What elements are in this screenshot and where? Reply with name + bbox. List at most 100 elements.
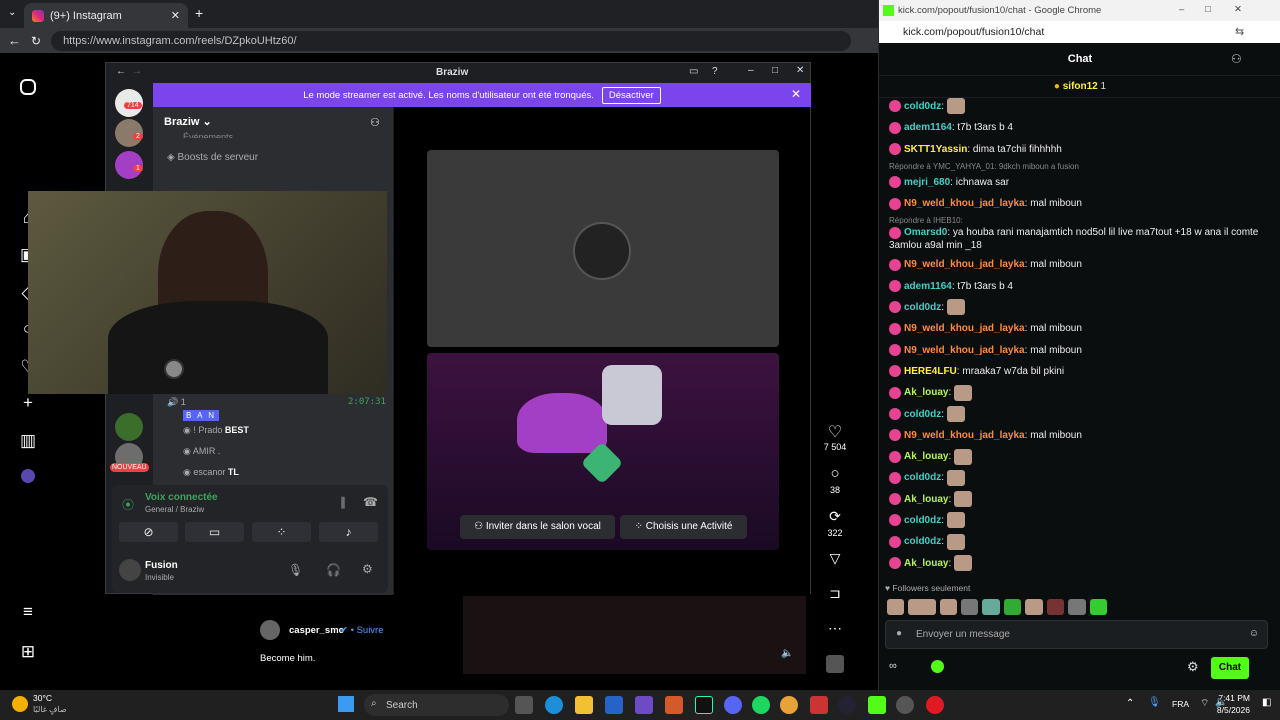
reply-context[interactable]: Répondre à YMC_YAHYA_01: 9dkch miboun a … [889, 161, 1259, 172]
chat-username[interactable]: Omarsd0 [904, 227, 947, 238]
choose-activity-button[interactable]: ⁘ Choisis une Activité [620, 515, 747, 539]
kick-url[interactable]: kick.com/popout/fusion10/chat [879, 21, 1280, 43]
volume-icon[interactable]: 🔈 [1215, 697, 1227, 708]
pinned-user[interactable]: sifon12 [1063, 81, 1098, 92]
comment-icon[interactable]: ○ [818, 465, 852, 482]
user-avatar[interactable] [119, 559, 141, 581]
emote-picker-icon[interactable]: ☺ [1249, 628, 1259, 639]
opera-icon[interactable] [926, 696, 944, 714]
settings-icon[interactable]: ⚙ [1187, 659, 1199, 675]
invite-voice-button[interactable]: ⚇ Inviter dans le salon vocal [460, 515, 615, 539]
chat-emote[interactable] [954, 448, 973, 465]
close-icon[interactable]: ✕ [791, 87, 801, 101]
app-icon[interactable] [695, 696, 713, 714]
menu-icon[interactable]: ≡ [18, 602, 38, 622]
profile-avatar[interactable] [21, 469, 35, 483]
settings-app-icon[interactable] [896, 696, 914, 714]
reload-icon[interactable]: ↻ [31, 34, 41, 48]
forward-icon[interactable]: → [132, 66, 142, 77]
notification-icon[interactable]: ◧ [1262, 697, 1271, 708]
chat-emote[interactable] [954, 491, 973, 508]
explorer-icon[interactable] [575, 696, 593, 714]
start-icon[interactable] [338, 696, 354, 712]
emote[interactable] [887, 599, 905, 615]
activities-button[interactable]: ⁘ [252, 522, 311, 542]
emote[interactable] [1046, 599, 1065, 615]
chat-emote[interactable] [946, 512, 965, 529]
author-name[interactable]: casper_smc [289, 625, 344, 636]
emote[interactable] [960, 599, 979, 615]
translate-icon[interactable]: ⇆ [1235, 25, 1244, 38]
user-tile[interactable] [427, 150, 779, 347]
disable-button[interactable]: Désactiver [601, 86, 661, 104]
chat-emote[interactable] [946, 469, 965, 486]
emote[interactable] [908, 599, 936, 615]
noise-suppression-icon[interactable]: ∥ [340, 495, 346, 509]
close-icon[interactable]: ✕ [796, 65, 804, 76]
taskbar-search[interactable]: ⌕ Search [364, 694, 509, 716]
chat-emote[interactable] [946, 98, 965, 115]
chat-username[interactable]: Ak_louay [904, 558, 948, 569]
audio-thumbnail[interactable] [826, 655, 844, 673]
reel-video[interactable]: 🔈 [463, 596, 806, 674]
app-icon[interactable] [665, 696, 683, 714]
emote[interactable] [1089, 599, 1108, 615]
chat-username[interactable]: cold0dz [904, 536, 941, 547]
tray-chevron-icon[interactable]: ⌃ [1126, 698, 1134, 709]
chat-username[interactable]: cold0dz [904, 302, 941, 313]
chat-username[interactable]: cold0dz [904, 101, 941, 112]
dashboard-icon[interactable]: ▥ [18, 431, 38, 451]
chrome-icon[interactable] [780, 696, 798, 714]
create-icon[interactable]: + [18, 393, 38, 413]
chat-emote[interactable] [954, 384, 973, 401]
server-name[interactable]: Braziw ⌄ [164, 115, 212, 128]
chat-username[interactable]: N9_weld_khou_jad_layka [904, 323, 1025, 334]
like-icon[interactable]: ♡ [818, 422, 852, 442]
maximize-icon[interactable]: □ [772, 65, 778, 76]
url-input[interactable]: https://www.instagram.com/reels/DZpkoUHt… [51, 30, 852, 51]
chat-username[interactable]: adem1164 [904, 122, 952, 133]
chat-username[interactable]: mejri_680 [904, 177, 950, 188]
mic-tray-icon[interactable]: 🎙 [1148, 697, 1161, 708]
voice-channel[interactable]: General / Braziw [145, 505, 204, 514]
screenshare-button[interactable]: ▭ [185, 522, 244, 542]
server-icon[interactable] [115, 413, 143, 441]
chat-username[interactable]: N9_weld_khou_jad_layka [904, 259, 1025, 270]
volume-icon[interactable]: 🔈 [781, 648, 793, 659]
minimize-icon[interactable]: – [748, 65, 754, 76]
chat-username[interactable]: SKTT1Yassin [904, 144, 967, 155]
kick-icon[interactable] [868, 696, 886, 714]
chat-username[interactable]: cold0dz [904, 409, 941, 420]
repost-icon[interactable]: ⟳ [818, 508, 852, 525]
discord-icon[interactable] [724, 696, 742, 714]
spotify-icon[interactable] [752, 696, 770, 714]
disconnect-icon[interactable]: ☎ [363, 495, 378, 509]
emoji-icon[interactable]: ● [896, 628, 902, 639]
apps-icon[interactable]: ⊞ [18, 642, 38, 662]
maximize-icon[interactable]: □ [1205, 4, 1211, 15]
emote[interactable] [1068, 599, 1086, 615]
chat-emote[interactable] [946, 299, 965, 316]
reply-context[interactable]: Répondre à IHEB10: [889, 215, 1259, 226]
settings-icon[interactable]: ⚙ [362, 562, 373, 576]
author-avatar[interactable] [260, 620, 280, 640]
events-channel[interactable]: Événements [183, 132, 233, 138]
language-indicator[interactable]: FRA [1172, 699, 1189, 709]
headphones-icon[interactable]: 🎧 [326, 563, 341, 577]
chat-emote[interactable] [954, 555, 973, 571]
close-icon[interactable]: ✕ [1234, 4, 1242, 15]
back-icon[interactable]: ← [8, 33, 21, 48]
inbox-icon[interactable]: ▭ [689, 66, 698, 77]
chat-username[interactable]: HERE4LFU [904, 366, 957, 377]
chat-username[interactable]: Ak_louay [904, 451, 948, 462]
weather-temp[interactable]: 30°C [33, 693, 52, 703]
edge-icon[interactable] [545, 696, 563, 714]
chat-username[interactable]: cold0dz [904, 515, 941, 526]
new-tab-icon[interactable]: + [195, 5, 203, 21]
tab-list-icon[interactable]: ⌄ [8, 7, 16, 18]
camera-button[interactable]: ⊘ [119, 522, 178, 542]
channel-points-icon[interactable]: ∞ [889, 660, 897, 672]
users-icon[interactable]: ⚇ [1231, 52, 1242, 66]
emote[interactable] [982, 599, 1000, 615]
close-icon[interactable]: ✕ [171, 9, 180, 22]
